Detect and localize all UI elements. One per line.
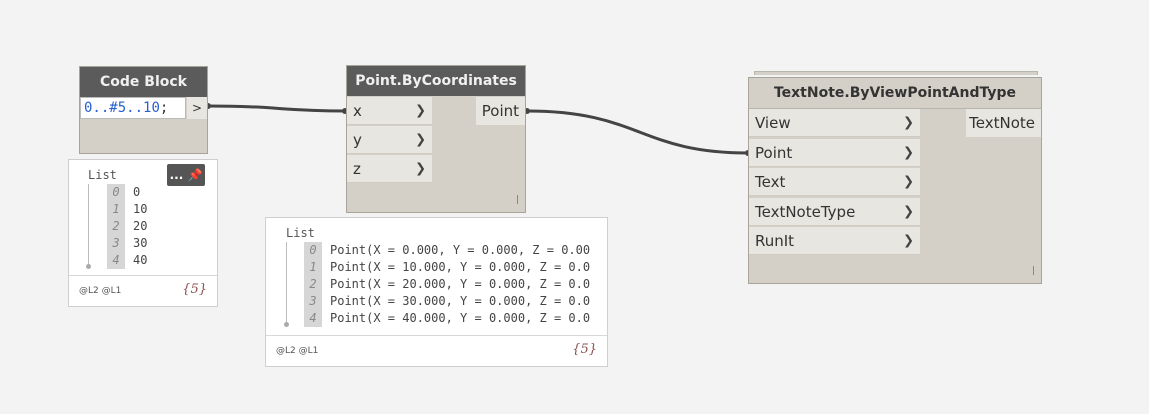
chevron-right-icon: ❯ xyxy=(903,145,914,160)
item-count: {5} xyxy=(572,342,597,357)
pin-button[interactable]: ... 📌 xyxy=(167,164,205,186)
list-item: 1 Point(X = 10.000, Y = 0.000, Z = 0.0 xyxy=(304,259,590,276)
list-item: 3 30 xyxy=(107,235,147,252)
list-spine xyxy=(88,184,89,266)
output-port-textnote[interactable]: TextNote xyxy=(966,109,1041,137)
list-spine-end xyxy=(284,322,289,327)
chevron-right-icon: ❯ xyxy=(903,115,914,130)
item-value: Point(X = 0.000, Y = 0.000, Z = 0.00 xyxy=(330,243,591,257)
item-value: 10 xyxy=(133,202,148,216)
item-index: 4 xyxy=(107,252,125,269)
wire-point-to-textnote xyxy=(526,109,749,155)
list-levels: @L2 @L1 xyxy=(79,286,122,296)
port-label: z xyxy=(353,159,361,178)
list-title: List xyxy=(286,226,315,240)
item-value: Point(X = 10.000, Y = 0.000, Z = 0.0 xyxy=(330,260,591,274)
list-items-clip: 0 Point(X = 0.000, Y = 0.000, Z = 0.00 1P… xyxy=(304,242,608,330)
list-item: 4 Point(X = 40.000, Y = 0.000, Z = 0.0 xyxy=(304,310,590,327)
chevron-right-icon: ❯ xyxy=(415,161,426,176)
item-index: 3 xyxy=(304,293,322,310)
item-index: 3 xyxy=(107,235,125,252)
code-number: 10 xyxy=(143,100,160,116)
list-item: 3 Point(X = 30.000, Y = 0.000, Z = 0.0 xyxy=(304,293,590,310)
chevron-right-icon: ❯ xyxy=(903,233,914,248)
input-port-text[interactable]: Text ❯ xyxy=(749,168,920,196)
input-port-textnotetype[interactable]: TextNoteType ❯ xyxy=(749,198,920,226)
output-port[interactable]: > xyxy=(187,97,207,119)
code-terminator: ; xyxy=(159,100,169,116)
preview-footer: @L2 @L1 {5} xyxy=(69,275,217,306)
item-value: Point(X = 30.000, Y = 0.000, Z = 0.0 xyxy=(330,294,591,308)
item-value: Point(X = 20.000, Y = 0.000, Z = 0.0 xyxy=(330,277,591,291)
item-value: Point(X = 40.000, Y = 0.000, Z = 0.0 xyxy=(330,311,591,325)
item-index: 4 xyxy=(304,310,322,327)
chevron-right-icon: ❯ xyxy=(903,204,914,219)
code-block-node[interactable]: Code Block 0..#5..10; > xyxy=(79,66,208,154)
item-index: 1 xyxy=(107,201,125,218)
wire-codeblock-to-x xyxy=(207,104,346,113)
list-spine-end xyxy=(86,264,91,269)
list-item: 2 20 xyxy=(107,218,147,235)
input-port-x[interactable]: x ❯ xyxy=(347,97,432,125)
input-port-y[interactable]: y ❯ xyxy=(347,126,432,154)
item-index: 2 xyxy=(304,276,322,293)
list-item: 0 Point(X = 0.000, Y = 0.000, Z = 0.00 xyxy=(304,242,590,259)
list-spine xyxy=(286,242,287,324)
list-item: 4 40 xyxy=(107,252,147,269)
node-stack-edge xyxy=(754,71,1038,75)
input-port-view[interactable]: View ❯ xyxy=(749,109,920,137)
port-label: Point xyxy=(755,143,793,162)
code-block-preview[interactable]: List ... 📌 00 1 10 2 20 3 30 4 40 @L2 @L1 {5… xyxy=(68,159,218,307)
graph-canvas[interactable]: Code Block 0..#5..10; > List ... 📌 00 11… xyxy=(0,0,1149,414)
item-value: 40 xyxy=(133,253,148,267)
textnote-node[interactable]: TextNote.ByViewPointAndType View ❯ Point ❯… xyxy=(748,77,1042,284)
resize-handle[interactable] xyxy=(517,195,518,204)
item-index: 1 xyxy=(304,259,322,276)
list-item: 2 Point(X = 20.000, Y = 0.000, Z = 0.0 xyxy=(304,276,590,293)
port-label: View xyxy=(755,113,791,132)
code-editor[interactable]: 0..#5..10; xyxy=(80,97,186,119)
list-title: List xyxy=(88,168,117,182)
preview-footer: @L2 @L1 {5} xyxy=(266,335,607,366)
chevron-right-icon: ❯ xyxy=(415,103,426,118)
port-label: RunIt xyxy=(755,231,795,250)
item-count: {5} xyxy=(182,282,207,297)
list-item: 00 xyxy=(107,184,140,201)
item-index: 0 xyxy=(107,184,125,201)
point-preview[interactable]: List 0 Point(X = 0.000, Y = 0.000, Z = 0.… xyxy=(265,217,608,367)
item-value: 20 xyxy=(133,219,148,233)
resize-handle[interactable] xyxy=(1033,266,1034,275)
port-label: TextNoteType xyxy=(755,202,856,221)
chevron-right-icon: ❯ xyxy=(903,174,914,189)
port-label: y xyxy=(353,130,362,149)
list-levels: @L2 @L1 xyxy=(276,346,319,356)
node-title: TextNote.ByViewPointAndType xyxy=(749,78,1041,109)
output-port-point[interactable]: Point xyxy=(476,97,525,125)
input-port-point[interactable]: Point ❯ xyxy=(749,139,920,167)
list-item: 1 10 xyxy=(107,201,147,218)
point-bycoordinates-node[interactable]: Point.ByCoordinates x ❯ y ❯ z ❯ Point xyxy=(346,65,526,213)
input-port-z[interactable]: z ❯ xyxy=(347,155,432,183)
input-port-runit[interactable]: RunIt ❯ xyxy=(749,227,920,255)
port-label: Text xyxy=(755,172,786,191)
item-index: 2 xyxy=(107,218,125,235)
item-value: 30 xyxy=(133,236,148,250)
item-value: 0 xyxy=(133,185,141,199)
port-label: x xyxy=(353,101,362,120)
node-title: Code Block xyxy=(80,67,207,97)
item-index: 0 xyxy=(304,242,322,259)
node-title: Point.ByCoordinates xyxy=(347,66,525,96)
chevron-right-icon: ❯ xyxy=(415,132,426,147)
code-text: 0..#5.. xyxy=(84,100,144,116)
